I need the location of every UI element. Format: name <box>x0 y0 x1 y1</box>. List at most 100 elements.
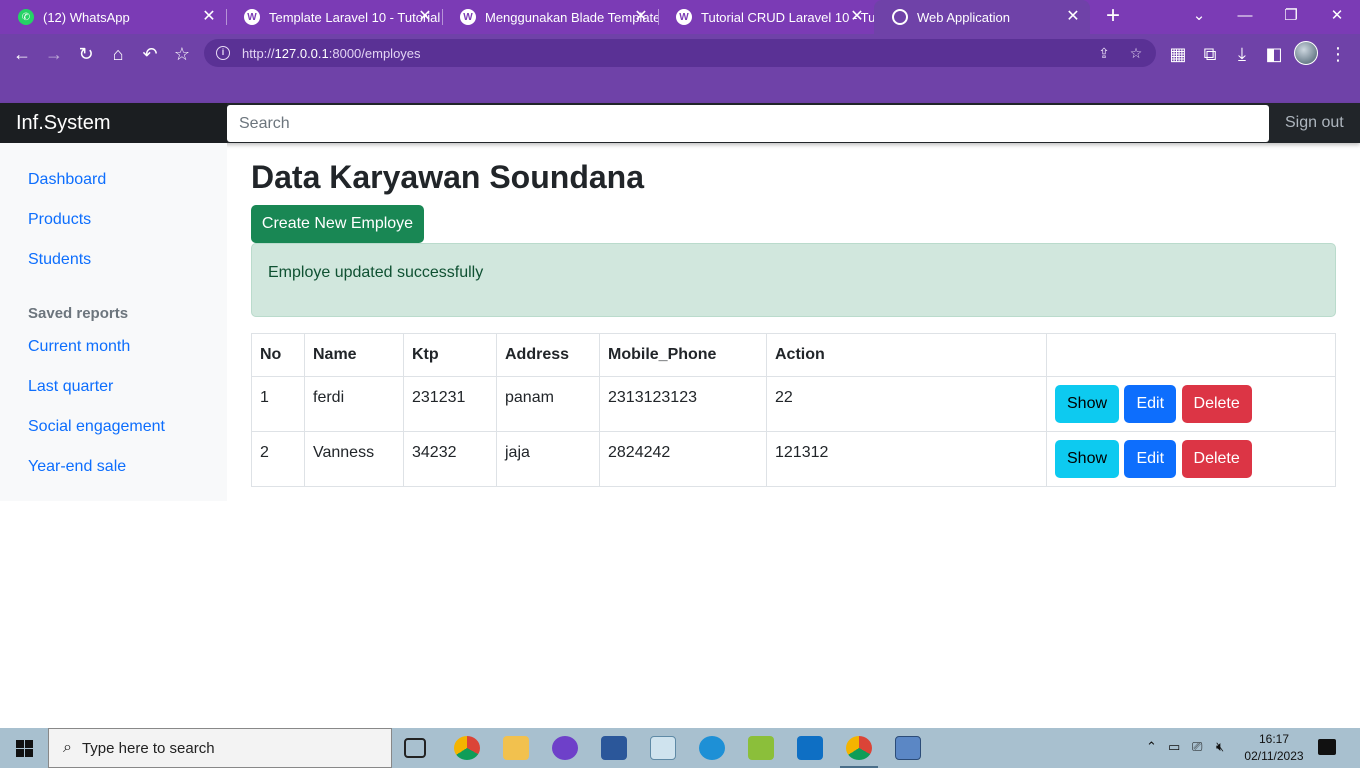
tab-web-application[interactable]: Web Application ✕ <box>874 0 1090 34</box>
chrome-active-icon[interactable] <box>846 736 872 760</box>
share-icon[interactable]: ⇪ <box>1094 43 1114 63</box>
start-button[interactable] <box>0 728 48 768</box>
tab-blade-template[interactable]: W Menggunakan Blade Template ✕ <box>442 0 658 34</box>
sidebar-item-last-quarter[interactable]: Last quarter <box>28 378 113 396</box>
edit-button[interactable]: Edit <box>1124 385 1177 423</box>
reload-icon[interactable]: ↻ <box>72 40 100 68</box>
file-explorer-icon[interactable] <box>503 736 529 760</box>
create-employee-button[interactable]: Create New Employe <box>251 205 424 243</box>
tab-template-laravel[interactable]: W Template Laravel 10 - Tutorial ✕ <box>226 0 442 34</box>
sidebar-item-current-month[interactable]: Current month <box>28 338 130 356</box>
chevron-up-icon[interactable]: ⌃ <box>1146 739 1157 768</box>
globe-icon <box>892 9 908 25</box>
notepad-icon[interactable] <box>650 736 676 760</box>
back-arrow-icon[interactable]: ← <box>8 40 36 68</box>
column-header: Action <box>766 333 1047 377</box>
notification-icon[interactable] <box>1318 739 1336 755</box>
browser-toolbar: ← → ↻ ⌂ ↶ ☆ i http://127.0.0.1:8000/empl… <box>0 34 1360 103</box>
star-icon[interactable]: ☆ <box>1126 43 1146 63</box>
cell-address: panam <box>496 376 600 432</box>
download-icon[interactable]: ⤓ <box>1228 40 1256 68</box>
brand-logo[interactable]: Inf.System <box>0 103 227 143</box>
edge-icon[interactable] <box>699 736 725 760</box>
show-button[interactable]: Show <box>1055 440 1120 478</box>
taskbar: ⌕ Type here to search ⌃ ▭ ⎚ 🔇︎ 16:17 02/… <box>0 728 1360 768</box>
delete-button[interactable]: Delete <box>1181 385 1252 423</box>
battery-icon[interactable]: ▭ <box>1168 739 1180 768</box>
side-panel-icon[interactable]: ◧ <box>1260 40 1288 68</box>
task-view-icon[interactable] <box>404 738 426 758</box>
cell-ktp: 231231 <box>403 376 497 432</box>
wordpress-icon: W <box>244 9 260 25</box>
table-header-row: No Name Ktp Address Mobile_Phone Action <box>251 333 1336 377</box>
column-header: Mobile_Phone <box>599 333 767 377</box>
page-title: Data Karyawan Soundana <box>251 159 644 195</box>
taskbar-search-box[interactable]: ⌕ Type here to search <box>48 728 392 768</box>
restore-button[interactable]: ❐ <box>1278 4 1304 28</box>
network-icon[interactable]: ⎚ <box>1192 739 1202 768</box>
tab-whatsapp[interactable]: ✆ (12) WhatsApp ✕ <box>0 0 226 34</box>
window-close-button[interactable]: ✕ <box>1324 4 1350 28</box>
delete-button[interactable]: Delete <box>1181 440 1252 478</box>
cell-name: Vanness <box>304 431 404 487</box>
tab-search-chevron-icon[interactable]: ⌄ <box>1186 4 1212 28</box>
column-header: Address <box>496 333 600 377</box>
volume-muted-icon[interactable]: 🔇︎ <box>1216 739 1224 768</box>
app-header: Inf.System Sign out <box>0 103 1360 143</box>
home-icon[interactable]: ⌂ <box>104 40 132 68</box>
taskbar-search-placeholder: Type here to search <box>81 739 215 757</box>
cell-no: 1 <box>251 376 305 432</box>
wordpress-icon: W <box>460 9 476 25</box>
taskbar-clock[interactable]: 16:17 02/11/2023 <box>1240 731 1308 765</box>
minimize-button[interactable]: — <box>1232 4 1258 28</box>
cell-address: jaja <box>496 431 600 487</box>
edit-button[interactable]: Edit <box>1124 440 1177 478</box>
new-tab-button[interactable]: + <box>1100 4 1126 30</box>
word-icon[interactable] <box>601 736 627 760</box>
cell-actions: Show Edit Delete <box>1046 376 1336 432</box>
browser-tab-strip: ✆ (12) WhatsApp ✕ W Template Laravel 10 … <box>0 0 1360 34</box>
cell-mobile-phone: 2313123123 <box>599 376 767 432</box>
chrome-icon[interactable] <box>454 736 480 760</box>
search-input[interactable] <box>227 105 1269 142</box>
column-header: Name <box>304 333 404 377</box>
url-text: http://127.0.0.1:8000/employes <box>242 45 421 61</box>
show-button[interactable]: Show <box>1055 385 1120 423</box>
sign-out-link[interactable]: Sign out <box>1285 103 1344 143</box>
column-header: Ktp <box>403 333 497 377</box>
close-icon[interactable]: ✕ <box>200 8 218 26</box>
github-desktop-icon[interactable] <box>552 736 578 760</box>
table-row: 2 Vanness 34232 jaja 2824242 121312 Show… <box>251 431 1336 487</box>
windows-logo-icon <box>16 740 33 757</box>
table-row: 1 ferdi 231231 panam 2313123123 22 Show … <box>251 376 1336 432</box>
close-icon[interactable]: ✕ <box>416 8 434 26</box>
address-bar[interactable]: i http://127.0.0.1:8000/employes ⇪ ☆ <box>204 39 1156 67</box>
forward-arrow-icon[interactable]: → <box>40 40 68 68</box>
sidebar-item-products[interactable]: Products <box>28 211 91 229</box>
cell-action: 22 <box>766 376 1047 432</box>
sidebar-item-students[interactable]: Students <box>28 251 91 269</box>
lambda-app-icon[interactable] <box>748 736 774 760</box>
site-info-icon[interactable]: i <box>216 46 230 60</box>
vscode-icon[interactable] <box>797 736 823 760</box>
cell-actions: Show Edit Delete <box>1046 431 1336 487</box>
column-header: No <box>251 333 305 377</box>
extensions-grid-icon[interactable]: ▦ <box>1164 40 1192 68</box>
success-alert: Employe updated successfully <box>251 243 1336 317</box>
cell-name: ferdi <box>304 376 404 432</box>
wordpress-icon: W <box>676 9 692 25</box>
cell-no: 2 <box>251 431 305 487</box>
more-menu-icon[interactable]: ⋮ <box>1324 40 1352 68</box>
profile-avatar[interactable] <box>1294 41 1318 65</box>
undo-icon[interactable]: ↶ <box>136 40 164 68</box>
close-icon[interactable]: ✕ <box>632 8 650 26</box>
close-icon[interactable]: ✕ <box>1064 8 1082 26</box>
photos-icon[interactable] <box>895 736 921 760</box>
sidebar-item-dashboard[interactable]: Dashboard <box>28 171 106 189</box>
bookmark-star-icon[interactable]: ☆ <box>168 40 196 68</box>
close-icon[interactable]: ✕ <box>848 8 866 26</box>
sidebar-item-year-end-sale[interactable]: Year-end sale <box>28 458 126 476</box>
crop-icon[interactable]: ⧉ <box>1196 40 1224 68</box>
sidebar-item-social-engagement[interactable]: Social engagement <box>28 418 165 436</box>
tab-crud-laravel[interactable]: W Tutorial CRUD Laravel 10 - Tu ✕ <box>658 0 874 34</box>
